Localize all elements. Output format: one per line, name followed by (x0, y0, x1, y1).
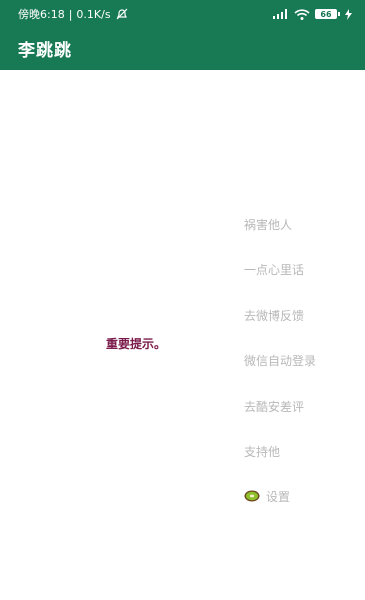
menu-item-label: 去酷安差评 (244, 399, 305, 414)
menu-item-heart-words[interactable]: 一点心里话 (244, 259, 354, 279)
status-separator: | (68, 7, 73, 21)
charging-icon (345, 8, 352, 20)
app-bar: 傍晚6:18 | 0.1K/s 66 李跳跳 (0, 0, 365, 70)
menu-item-label: 去微博反馈 (244, 308, 305, 323)
battery-level: 66 (320, 9, 332, 19)
menu-item-label: 祸害他人 (244, 217, 293, 232)
menu-item-label: 设置 (266, 489, 291, 504)
wifi-icon (294, 8, 310, 20)
menu-item-harm-others[interactable]: 祸害他人 (244, 214, 354, 234)
status-time: 傍晚6:18 (18, 8, 65, 21)
network-speed: 0.1K/s (76, 7, 111, 21)
menu-item-label: 支持他 (244, 444, 281, 459)
menu-item-wechat-auto-login[interactable]: 微信自动登录 (244, 350, 354, 370)
menu-item-settings[interactable]: 设置 (244, 486, 354, 506)
status-bar: 傍晚6:18 | 0.1K/s 66 (0, 0, 365, 28)
app-title: 李跳跳 (18, 41, 72, 61)
kiwi-icon (244, 490, 260, 502)
menu-item-coolapk-review[interactable]: 去酷安差评 (244, 396, 354, 416)
menu-item-label: 一点心里话 (244, 262, 305, 277)
no-notification-icon (116, 8, 128, 20)
menu-item-label: 微信自动登录 (244, 353, 317, 368)
menu-item-support[interactable]: 支持他 (244, 441, 354, 461)
important-notice[interactable]: 重要提示。 (106, 335, 166, 352)
signal-icon (273, 9, 287, 19)
menu-item-weibo-feedback[interactable]: 去微博反馈 (244, 305, 354, 325)
battery-icon: 66 (315, 9, 340, 19)
